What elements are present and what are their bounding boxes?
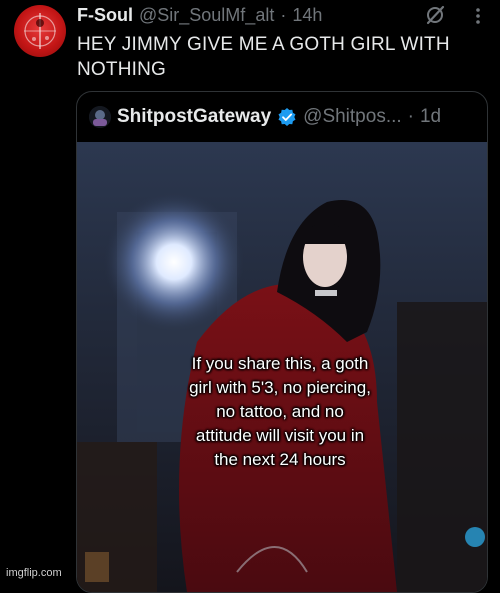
caption-line: the next 24 hours: [214, 450, 346, 469]
user-avatar[interactable]: [14, 5, 66, 57]
media-caption: If you share this, a goth girl with 5'3,…: [165, 352, 395, 472]
tweet: F-Soul @Sir_SoulMf_alt · 14h HEY JIMMY G…: [0, 0, 500, 593]
display-name[interactable]: F-Soul: [77, 5, 133, 26]
caption-line: If you share this, a goth: [191, 354, 369, 373]
quote-timestamp[interactable]: 1d: [420, 106, 441, 128]
separator-dot: ·: [280, 4, 287, 25]
separator-dot: ·: [407, 106, 414, 127]
quote-header: ShitpostGateway @Shitpos... · 1d: [89, 102, 441, 132]
quote-display-name[interactable]: ShitpostGateway: [117, 106, 271, 128]
verified-badge-icon: [278, 108, 296, 126]
user-handle[interactable]: @Sir_SoulMf_alt: [139, 5, 274, 26]
tweet-text-line: HEY JIMMY GIVE ME A GOTH GIRL WITH: [77, 34, 450, 55]
tweet-text-line: NOTHING: [77, 59, 167, 80]
imgflip-watermark: imgflip.com: [6, 567, 62, 579]
caption-line: attitude will visit you in: [195, 426, 365, 445]
quote-media-image[interactable]: If you share this, a goth girl with 5'3,…: [77, 142, 487, 592]
caption-line: girl with 5'3, no piercing,: [189, 378, 371, 397]
caption-line: no tattoo, and no: [216, 402, 344, 421]
tweet-text: HEY JIMMY GIVE ME A GOTH GIRL WITH NOTHI…: [77, 32, 487, 82]
grok-icon[interactable]: [424, 4, 446, 26]
quote-avatar-icon: [89, 106, 111, 128]
red-circle-avatar-icon: [24, 13, 56, 49]
quoted-tweet[interactable]: ShitpostGateway @Shitpos... · 1d If you …: [76, 91, 488, 593]
more-dots-icon[interactable]: [470, 6, 486, 26]
tweet-header: F-Soul @Sir_SoulMf_alt · 14h: [77, 3, 322, 27]
quote-handle[interactable]: @Shitpos...: [303, 106, 402, 128]
quote-avatar[interactable]: [89, 106, 111, 128]
timestamp[interactable]: 14h: [292, 5, 322, 26]
